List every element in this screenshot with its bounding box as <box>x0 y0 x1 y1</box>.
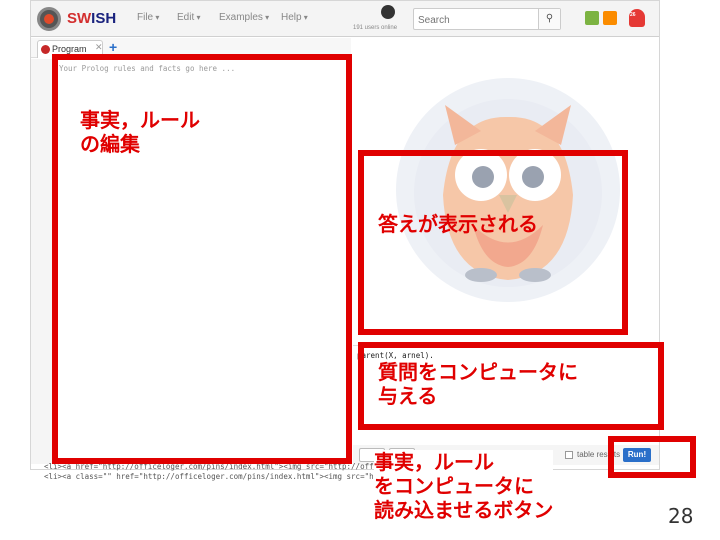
annotation-edit-rules-line2: の編集 <box>80 132 140 156</box>
add-tab-icon[interactable]: + <box>109 39 117 55</box>
menu-help[interactable]: Help <box>281 12 308 23</box>
notification-count: 26 <box>630 12 636 18</box>
search-box: ⚲ <box>413 8 561 30</box>
annotation-edit-rules-line1: 事実，ルール <box>80 108 200 132</box>
avatar[interactable] <box>381 5 395 19</box>
swish-logo-icon[interactable] <box>37 7 61 31</box>
brand-prefix: SW <box>67 10 92 27</box>
annotation-give-query: 質問をコンピュータに 与える <box>378 360 578 408</box>
users-online-count: 191 users online <box>353 25 398 31</box>
results-highlight-box <box>358 150 628 335</box>
annotation-load-button-line3: 読み込ませるボタン <box>374 498 554 522</box>
annotation-load-button-line1: 事実，ルール <box>374 450 494 474</box>
menu-edit[interactable]: Edit <box>177 12 200 23</box>
annotation-answers-shown: 答えが表示される <box>378 212 538 236</box>
brand-title[interactable]: SWISH <box>67 10 116 27</box>
table-results-checkbox[interactable] <box>565 451 573 459</box>
annotation-give-query-line1: 質問をコンピュータに <box>378 360 578 384</box>
menu-examples[interactable]: Examples <box>219 12 269 23</box>
brand-suffix: ISH <box>91 10 117 27</box>
slide: SWISH File Edit Examples Help 191 users … <box>0 0 720 540</box>
search-input[interactable] <box>418 13 534 27</box>
html-snippet-line-2: <li><a class="" href="http://officeloger… <box>44 472 473 481</box>
run-button-highlight-box <box>608 436 696 478</box>
navbar: SWISH File Edit Examples Help 191 users … <box>31 1 659 37</box>
menu-file[interactable]: File <box>137 12 159 23</box>
page-number: 28 <box>668 504 694 528</box>
plugin-green-icon[interactable] <box>585 11 599 25</box>
annotation-load-button-line2: をコンピュータに <box>374 474 534 498</box>
program-icon <box>41 45 50 54</box>
annotation-load-button: 事実，ルール をコンピュータに 読み込ませるボタン <box>374 450 554 522</box>
html-source-snippet: <li><a href="http://officeloger.com/pins… <box>44 462 660 486</box>
tab-label: Program <box>52 44 87 54</box>
annotation-edit-rules: 事実，ルール の編集 <box>80 108 200 156</box>
editor-gutter <box>31 59 53 464</box>
close-icon[interactable]: ✕ <box>95 43 103 53</box>
stack-icon[interactable] <box>603 11 617 25</box>
notification-bell-icon[interactable]: 26 <box>629 9 645 27</box>
search-icon[interactable]: ⚲ <box>538 9 560 29</box>
annotation-give-query-line2: 与える <box>378 384 438 408</box>
